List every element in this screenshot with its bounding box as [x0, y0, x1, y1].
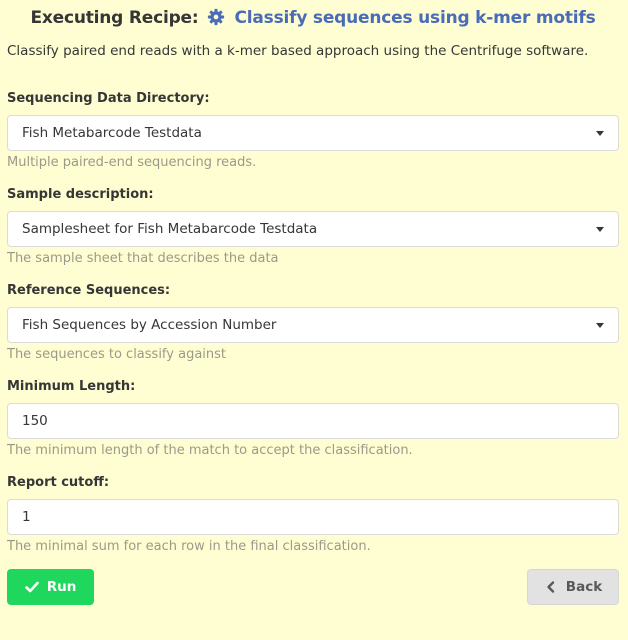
field-sample-description: Sample description: Samplesheet for Fish… [7, 186, 619, 268]
chevron-left-icon [544, 580, 558, 594]
header-prefix: Executing Recipe: [30, 8, 199, 28]
input-value: 150 [22, 413, 48, 429]
field-minimum-length: Minimum Length: 150 The minimum length o… [7, 378, 619, 460]
field-reference-sequences: Reference Sequences: Fish Sequences by A… [7, 282, 619, 364]
minimum-length-input[interactable]: 150 [7, 403, 619, 439]
field-help: The sample sheet that describes the data [7, 251, 279, 266]
sequencing-data-directory-select[interactable]: Fish Metabarcode Testdata [7, 115, 619, 151]
run-button[interactable]: Run [7, 569, 94, 605]
sample-description-select[interactable]: Samplesheet for Fish Metabarcode Testdat… [7, 211, 619, 247]
back-button[interactable]: Back [527, 569, 619, 605]
select-value: Fish Metabarcode Testdata [22, 125, 202, 141]
field-help: Multiple paired-end sequencing reads. [7, 155, 257, 170]
field-label: Sample description: [7, 187, 154, 202]
caret-down-icon [596, 323, 604, 328]
check-icon [24, 580, 39, 594]
field-help: The minimal sum for each row in the fina… [7, 539, 371, 554]
select-value: Samplesheet for Fish Metabarcode Testdat… [22, 221, 318, 237]
field-label: Report cutoff: [7, 475, 110, 490]
run-label: Run [46, 579, 77, 595]
select-value: Fish Sequences by Accession Number [22, 317, 277, 333]
caret-down-icon [596, 131, 604, 136]
reference-sequences-select[interactable]: Fish Sequences by Accession Number [7, 307, 619, 343]
report-cutoff-input[interactable]: 1 [7, 499, 619, 535]
field-report-cutoff: Report cutoff: 1 The minimal sum for eac… [7, 474, 619, 556]
gear-icon [207, 8, 227, 28]
recipe-title: Classify sequences using k-mer motifs [234, 8, 596, 28]
field-help: The minimum length of the match to accep… [7, 443, 413, 458]
field-label: Sequencing Data Directory: [7, 91, 210, 106]
field-label: Reference Sequences: [7, 283, 171, 298]
field-sequencing-data-directory: Sequencing Data Directory: Fish Metabarc… [7, 90, 619, 172]
caret-down-icon [596, 227, 604, 232]
recipe-page: Executing Recipe: Classify sequences usi… [0, 0, 628, 640]
input-value: 1 [22, 509, 31, 525]
recipe-description: Classify paired end reads with a k-mer b… [7, 43, 589, 59]
field-help: The sequences to classify against [7, 347, 227, 362]
back-label: Back [565, 579, 603, 595]
field-label: Minimum Length: [7, 379, 136, 394]
page-header: Executing Recipe: Classify sequences usi… [7, 0, 619, 36]
